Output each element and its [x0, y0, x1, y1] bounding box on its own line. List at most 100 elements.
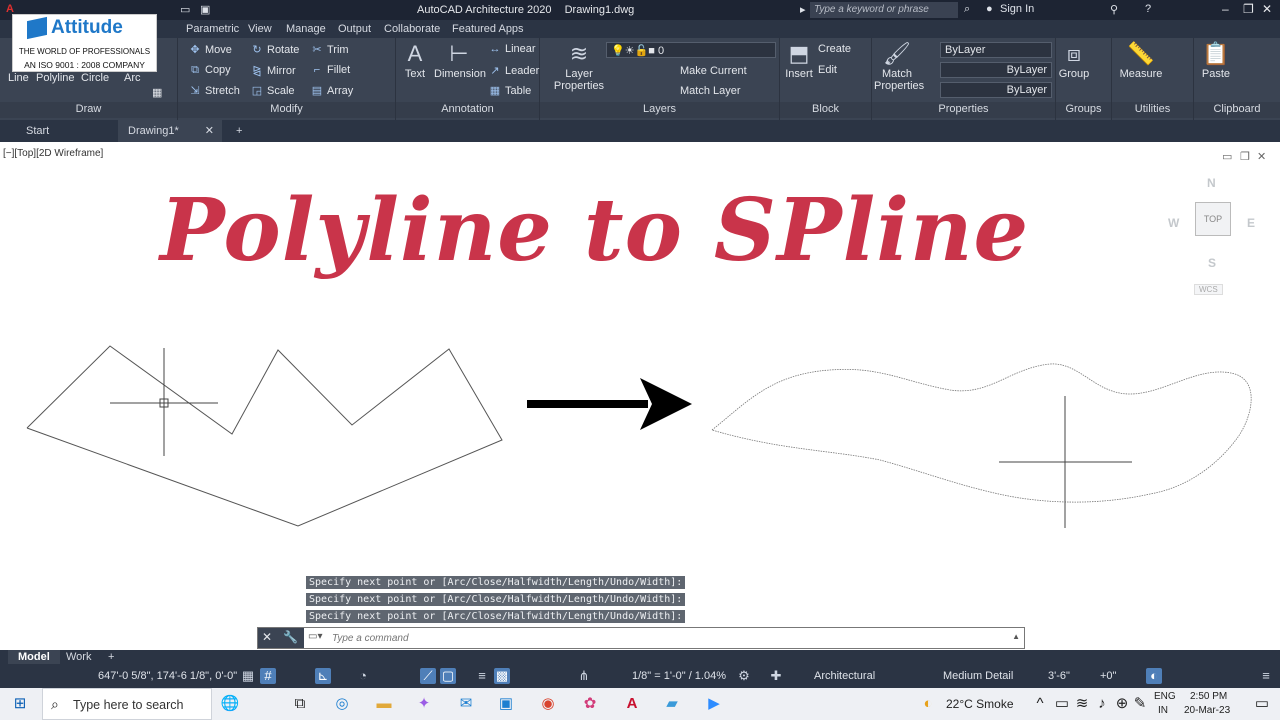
command-input[interactable] [332, 630, 992, 646]
weather-widget-icon[interactable]: 🌐 [220, 694, 240, 714]
volume-icon[interactable]: ♪ [1092, 694, 1112, 714]
tab-work[interactable]: Work [56, 650, 101, 664]
chrome-icon[interactable]: ◉ [538, 694, 558, 714]
stretch-button[interactable]: ⇲ Stretch [188, 84, 239, 97]
move-button[interactable]: ✥ Move [188, 43, 232, 56]
table-button[interactable]: ▦ Table [488, 84, 532, 97]
close-button[interactable]: ✕ [1262, 2, 1272, 16]
clock-time[interactable]: 2:50 PM [1190, 691, 1227, 702]
tab-collaborate[interactable]: Collaborate [384, 23, 440, 35]
compass-north[interactable]: N [1207, 176, 1216, 190]
scale-button[interactable]: ◲ Scale [250, 84, 295, 97]
color-dropdown[interactable]: ByLayer [940, 42, 1052, 58]
polar-icon[interactable]: ◔ [355, 668, 371, 684]
viewcube[interactable]: N W E S TOP WCS [1160, 172, 1270, 302]
chevron-up-icon[interactable]: ^ [1030, 694, 1050, 714]
tab-parametric[interactable]: Parametric [186, 23, 239, 35]
clock-date[interactable]: 20-Mar-23 [1184, 705, 1230, 716]
fillet-button[interactable]: ⌐ Fillet [310, 64, 350, 76]
compass-south[interactable]: S [1208, 256, 1216, 270]
polyline-shape[interactable] [26, 345, 503, 527]
mail-icon[interactable]: ✉ [456, 694, 476, 714]
close-icon[interactable]: ✕ [262, 630, 272, 644]
wrench-icon[interactable]: 🔧 [283, 630, 298, 644]
array-button[interactable]: ▤ Array [310, 84, 353, 97]
elevation-value[interactable]: 3'-6" [1048, 670, 1070, 682]
isolate-icon[interactable]: ◐ [1146, 668, 1162, 684]
arc-button[interactable]: Arc [124, 72, 141, 84]
cart-icon[interactable]: ⚲ [1110, 3, 1118, 16]
match-layer-button[interactable]: Match Layer [680, 85, 741, 97]
line-button[interactable]: Line [8, 72, 29, 84]
edge-icon[interactable]: ◎ [332, 694, 352, 714]
save-icon[interactable]: ▣ [200, 3, 210, 16]
dimension-button[interactable]: ⊢ Dimension [434, 40, 486, 80]
keyword-search-input[interactable]: Type a keyword or phrase [810, 2, 958, 18]
ortho-icon[interactable]: ⊾ [315, 668, 331, 684]
notifications-icon[interactable]: ▭ [1252, 694, 1272, 714]
otrack-icon[interactable]: ▢ [440, 668, 456, 684]
offset-value[interactable]: +0" [1100, 670, 1116, 682]
gear-icon[interactable]: ⚙ [736, 668, 752, 684]
network-icon[interactable]: ▭ [1052, 694, 1072, 714]
match-properties-button[interactable]: 🖌 Match Properties [874, 40, 924, 92]
panel-label-utilities[interactable]: Utilities [1112, 102, 1193, 118]
pen-icon[interactable]: ✎ [1130, 694, 1150, 714]
edit-block-button[interactable]: Edit [818, 64, 837, 76]
zoom-icon[interactable]: ▶ [704, 694, 724, 714]
annotation-visibility-icon[interactable]: ⋔ [576, 668, 592, 684]
windows-start-icon[interactable]: ⊞ [10, 694, 30, 714]
wifi-icon[interactable]: ≋ [1072, 694, 1092, 714]
panel-label-clipboard[interactable]: Clipboard [1194, 102, 1280, 118]
panel-label-groups[interactable]: Groups [1056, 102, 1111, 118]
text-button[interactable]: A Text [400, 40, 430, 80]
panel-label-properties[interactable]: Properties [872, 102, 1055, 118]
trim-button[interactable]: ✂ Trim [310, 43, 348, 56]
file-explorer-icon[interactable]: ▬ [374, 694, 394, 714]
close-tab-icon[interactable]: ✕ [205, 124, 214, 137]
arrow-right-icon[interactable]: ▸ [800, 3, 806, 16]
insert-button[interactable]: ⬒ Insert [782, 40, 816, 80]
add-layout-button[interactable]: + [98, 650, 124, 664]
copy-button[interactable]: ⧉ Copy [188, 64, 231, 77]
transparency-icon[interactable]: ▩ [494, 668, 510, 684]
compass-west[interactable]: W [1168, 216, 1179, 230]
language-secondary[interactable]: IN [1158, 705, 1168, 716]
layer-dropdown[interactable]: 💡☀🔓■ 0 [606, 42, 776, 58]
grid-icon[interactable]: # [260, 668, 276, 684]
units-dropdown[interactable]: Architectural [814, 670, 875, 682]
tab-model[interactable]: Model [8, 650, 60, 664]
paste-button[interactable]: 📋 Paste [1200, 40, 1232, 80]
measure-button[interactable]: 📏 Measure [1118, 40, 1164, 80]
tab-start[interactable]: Start [16, 120, 59, 142]
weather-text[interactable]: 22°C Smoke [946, 697, 1014, 711]
viewcube-top-face[interactable]: TOP [1195, 202, 1231, 236]
store-icon[interactable]: ▣ [496, 694, 516, 714]
tab-manage[interactable]: Manage [286, 23, 326, 35]
tab-output[interactable]: Output [338, 23, 371, 35]
mirror-button[interactable]: ⧎ Mirror [250, 64, 295, 77]
user-icon[interactable]: ● [986, 3, 993, 15]
detail-level-dropdown[interactable]: Medium Detail [943, 670, 1013, 682]
task-view-icon[interactable]: ⧉ [290, 694, 310, 714]
new-tab-button[interactable]: + [226, 120, 252, 142]
leader-button[interactable]: ↗ Leader [488, 64, 539, 77]
minimize-button[interactable]: – [1222, 2, 1229, 16]
lineweight-icon[interactable]: ≡ [474, 668, 490, 684]
panel-label-draw[interactable]: Draw [0, 102, 177, 118]
linear-button[interactable]: ↔ Linear [488, 43, 536, 55]
tab-drawing1[interactable]: Drawing1* ✕ [118, 120, 222, 142]
drawing-canvas[interactable]: [−][Top][2D Wireframe] ▭ ❐ ✕ Polyline to… [0, 142, 1280, 650]
command-prompt-icon[interactable]: ▭▾ [308, 631, 322, 642]
hatch-icon[interactable]: ▦ [152, 86, 162, 99]
make-current-button[interactable]: Make Current [680, 65, 747, 77]
language-primary[interactable]: ENG [1154, 691, 1176, 702]
copilot-icon[interactable]: ✦ [414, 694, 434, 714]
globe-icon[interactable]: ⊕ [1112, 694, 1132, 714]
help-icon[interactable]: ? [1145, 3, 1151, 15]
osnap-icon[interactable]: ⟋ [420, 668, 436, 684]
panel-label-block[interactable]: Block [780, 102, 871, 118]
sign-in-link[interactable]: Sign In [1000, 3, 1034, 15]
create-block-button[interactable]: Create [818, 43, 851, 55]
autocad-taskbar-icon[interactable]: A [622, 694, 642, 714]
